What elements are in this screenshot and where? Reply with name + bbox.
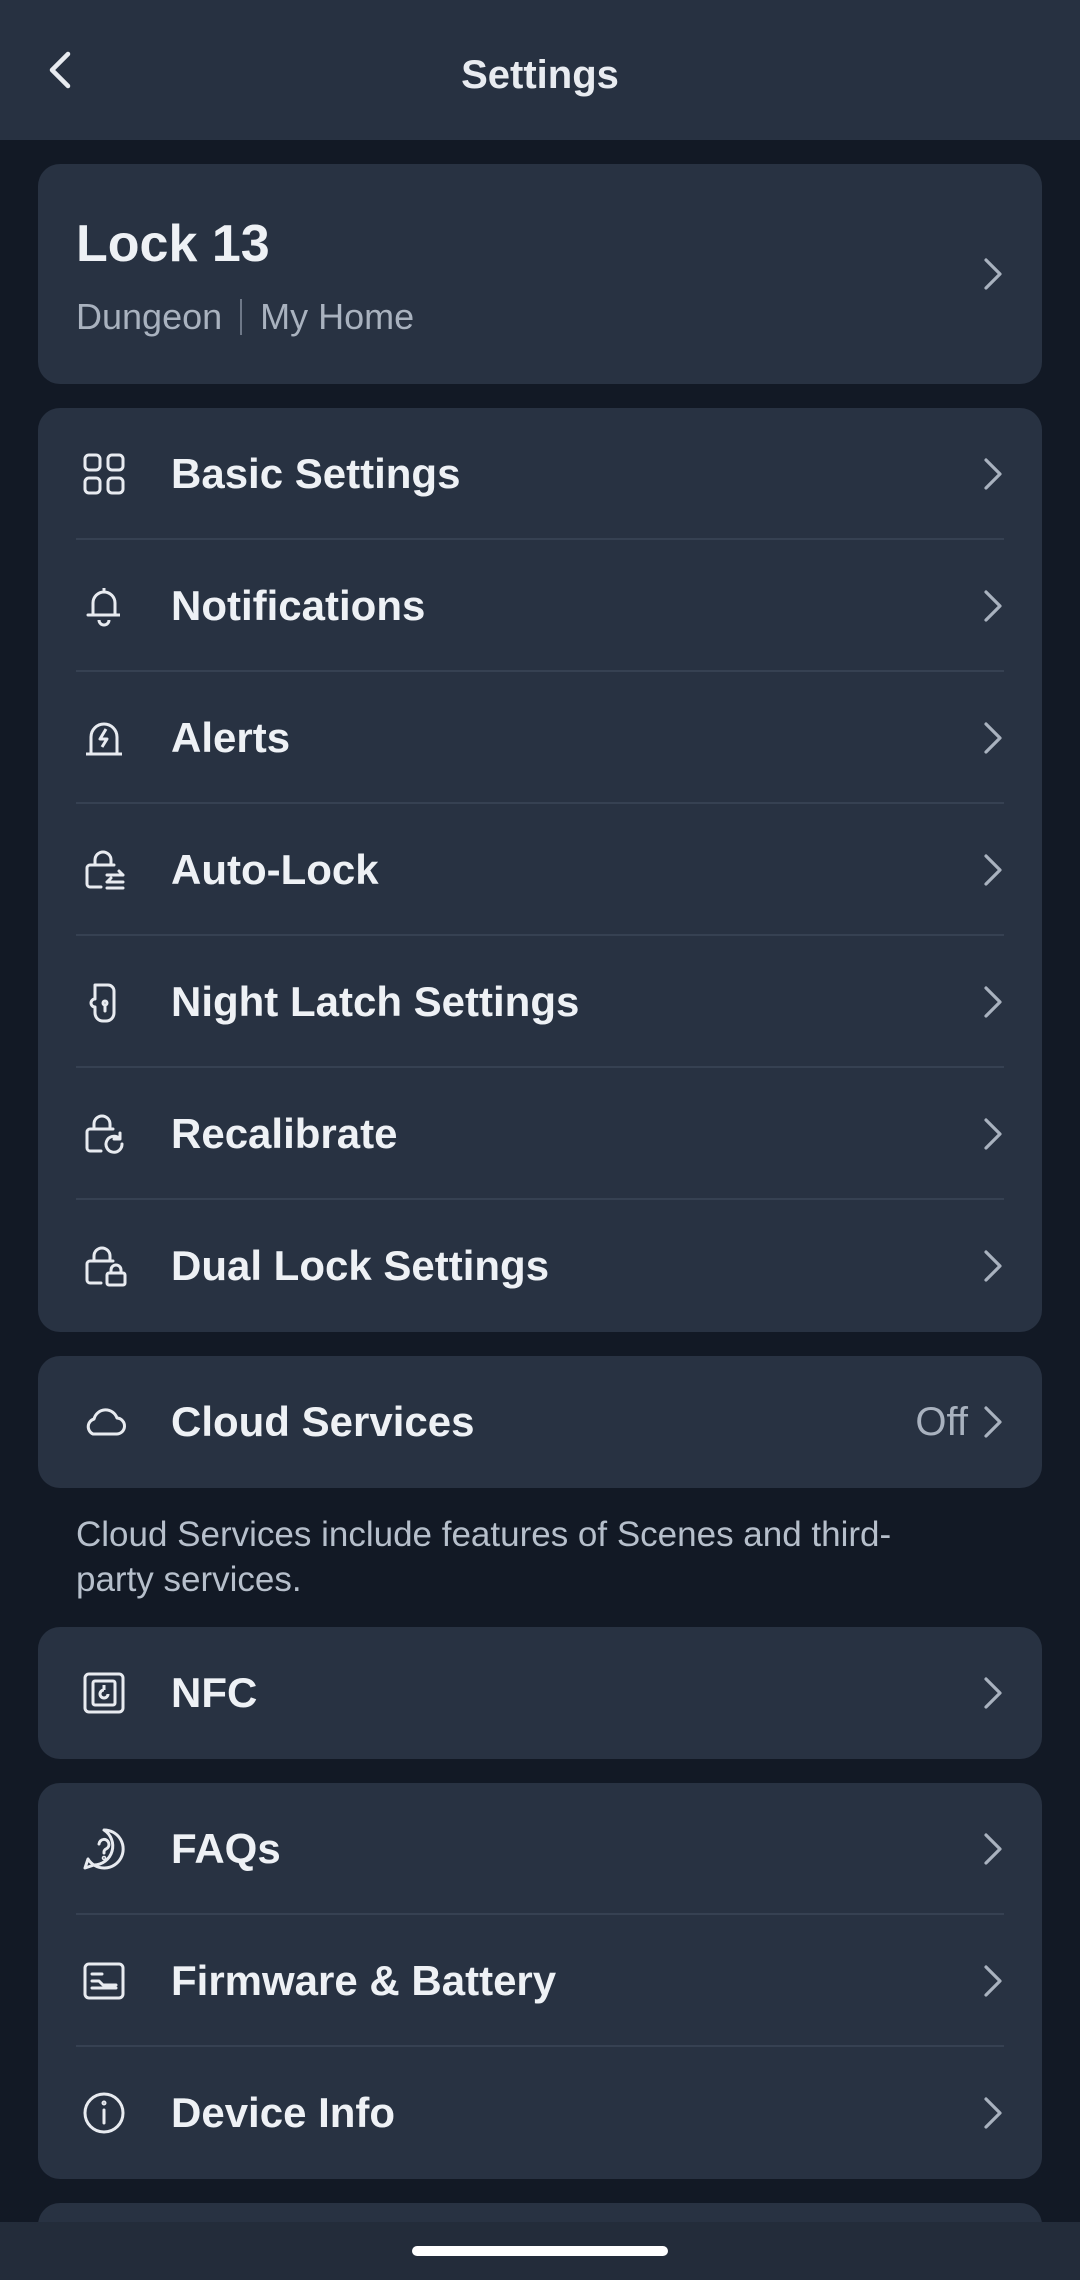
question-icon <box>78 1823 130 1875</box>
device-info-row[interactable]: Device Info <box>38 2047 1042 2179</box>
chevron-right-icon <box>978 1673 1008 1713</box>
night-latch-settings-label: Night Latch Settings <box>171 978 580 1025</box>
home-indicator[interactable] <box>412 2246 668 2256</box>
top-app-bar: Settings <box>0 0 1080 140</box>
firmware-battery-label: Firmware & Battery <box>171 1957 557 2004</box>
nfc-row[interactable]: NFC <box>38 1627 1042 1759</box>
help-list-card: FAQs Firmware & Battery Device Info <box>38 1783 1042 2179</box>
device-card[interactable]: Lock 13 Dungeon My Home <box>38 164 1042 384</box>
faqs-row[interactable]: FAQs <box>38 1783 1042 1915</box>
recalibrate-icon <box>78 1108 130 1160</box>
device-info-label: Device Info <box>171 2089 396 2136</box>
cloud-services-status: Off <box>915 1399 968 1444</box>
auto-lock-row[interactable]: Auto-Lock <box>38 804 1042 936</box>
alerts-row[interactable]: Alerts <box>38 672 1042 804</box>
chevron-right-icon <box>978 454 1008 494</box>
info-icon <box>78 2087 130 2139</box>
auto-lock-icon <box>78 844 130 896</box>
page-title: Settings <box>461 52 619 97</box>
faqs-label: FAQs <box>171 1825 281 1872</box>
chevron-right-icon <box>978 982 1008 1022</box>
bell-icon <box>78 580 130 632</box>
basic-settings-label: Basic Settings <box>171 450 461 497</box>
firmware-icon <box>78 1955 130 2007</box>
chevron-right-icon <box>978 1402 1008 1442</box>
firmware-battery-row[interactable]: Firmware & Battery <box>38 1915 1042 2047</box>
basic-settings-row[interactable]: Basic Settings <box>38 408 1042 540</box>
notifications-row[interactable]: Notifications <box>38 540 1042 672</box>
cloud-services-card: Cloud Services Off <box>38 1356 1042 1488</box>
dual-lock-settings-row[interactable]: Dual Lock Settings <box>38 1200 1042 1332</box>
nfc-card: NFC <box>38 1627 1042 1759</box>
device-name: Lock 13 <box>76 215 270 273</box>
cloud-services-description: Cloud Services include features of Scene… <box>76 1515 892 1599</box>
notifications-label: Notifications <box>171 582 426 629</box>
chevron-right-icon <box>978 586 1008 626</box>
auto-lock-label: Auto-Lock <box>171 846 379 893</box>
nfc-label: NFC <box>171 1669 258 1716</box>
device-home: My Home <box>260 296 415 337</box>
cloud-services-row[interactable]: Cloud Services Off <box>38 1356 1042 1488</box>
recalibrate-row[interactable]: Recalibrate <box>38 1068 1042 1200</box>
recalibrate-label: Recalibrate <box>171 1110 398 1157</box>
chevron-right-icon <box>978 850 1008 890</box>
chevron-right-icon <box>978 1829 1008 1869</box>
device-location: Dungeon My Home <box>76 296 414 338</box>
cloud-icon <box>78 1396 130 1448</box>
chevron-right-icon <box>978 2093 1008 2133</box>
back-arrow-icon <box>46 50 74 90</box>
chevron-right-icon <box>978 1961 1008 2001</box>
night-latch-settings-row[interactable]: Night Latch Settings <box>38 936 1042 1068</box>
back-button[interactable] <box>30 40 90 100</box>
device-room: Dungeon <box>76 296 223 337</box>
grid-icon <box>78 448 130 500</box>
nfc-icon <box>78 1667 130 1719</box>
cloud-services-label: Cloud Services <box>171 1398 475 1445</box>
chevron-right-icon <box>978 718 1008 758</box>
chevron-right-icon <box>978 1114 1008 1154</box>
alarm-icon <box>78 712 130 764</box>
settings-list-card: Basic Settings Notifications Alerts Auto… <box>38 408 1042 1332</box>
dual-lock-icon <box>78 1240 130 1292</box>
alerts-label: Alerts <box>171 714 291 761</box>
night-latch-icon <box>78 976 130 1028</box>
separator <box>240 299 243 335</box>
system-navigation-bar <box>0 2222 1080 2280</box>
dual-lock-settings-label: Dual Lock Settings <box>171 1242 550 1289</box>
chevron-right-icon <box>978 254 1008 294</box>
chevron-right-icon <box>978 1246 1008 1286</box>
